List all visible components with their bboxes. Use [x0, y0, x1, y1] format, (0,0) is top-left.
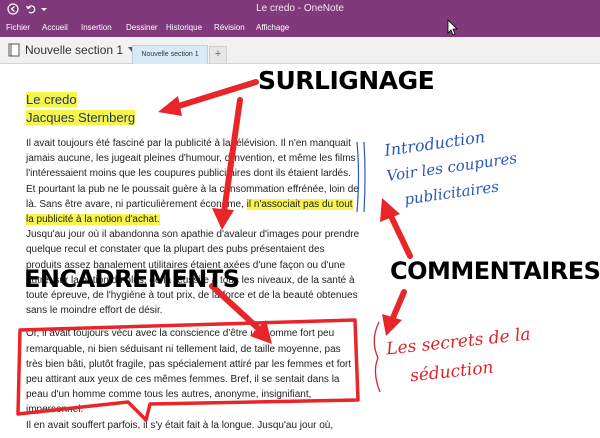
ribbon-tabs: Fichier Accueil Insertion Dessiner Histo…	[0, 20, 600, 37]
tab-affichage[interactable]: Affichage	[256, 23, 289, 32]
tab-fichier[interactable]: Fichier	[6, 23, 30, 32]
section-tab-active[interactable]: Nouvelle section 1	[132, 45, 208, 64]
add-section-button[interactable]: +	[209, 46, 227, 63]
tab-insertion[interactable]: Insertion	[81, 23, 112, 32]
section-bar: Nouvelle section 1 Nouvelle section 1 +	[0, 37, 600, 64]
note-title-line-2: Jacques Sternberg	[26, 110, 136, 125]
arrow-to-title	[169, 79, 259, 111]
label-encadrements: ENCADREMENTS	[24, 265, 240, 293]
arrow-to-blue-note	[387, 211, 413, 259]
handwriting-red-line-1: Les secrets de la	[385, 324, 532, 360]
tab-historique[interactable]: Historique	[166, 23, 202, 32]
paragraph-1: Il avait toujours été fasciné par la pub…	[26, 138, 359, 226]
tab-revision[interactable]: Révision	[214, 23, 245, 32]
note-title-line-1: Le credo	[26, 92, 77, 107]
window-title: Le credo - OneNote	[256, 3, 344, 14]
label-surlignage: SURLIGNAGE	[258, 66, 435, 95]
title-bar: Le credo - OneNote	[0, 0, 600, 20]
notebook-icon	[8, 43, 20, 57]
tab-accueil[interactable]: Accueil	[42, 23, 68, 32]
label-commentaires: COMMENTAIRES	[390, 257, 600, 285]
red-bracket	[373, 321, 381, 393]
arrow-to-red-note	[389, 289, 407, 323]
tab-dessiner[interactable]: Dessiner	[126, 23, 158, 32]
section-picker[interactable]: Nouvelle section 1	[8, 43, 137, 57]
paragraph-4: Il en avait souffert parfois, il s'y éta…	[26, 419, 334, 431]
paragraph-3: Or, il avait toujours vécu avec la consc…	[26, 328, 352, 416]
handwriting-red-line-2: séduction	[409, 357, 495, 387]
handwriting-blue-line-3: publicitaires	[403, 177, 500, 209]
section-picker-label: Nouvelle section 1	[25, 43, 124, 57]
